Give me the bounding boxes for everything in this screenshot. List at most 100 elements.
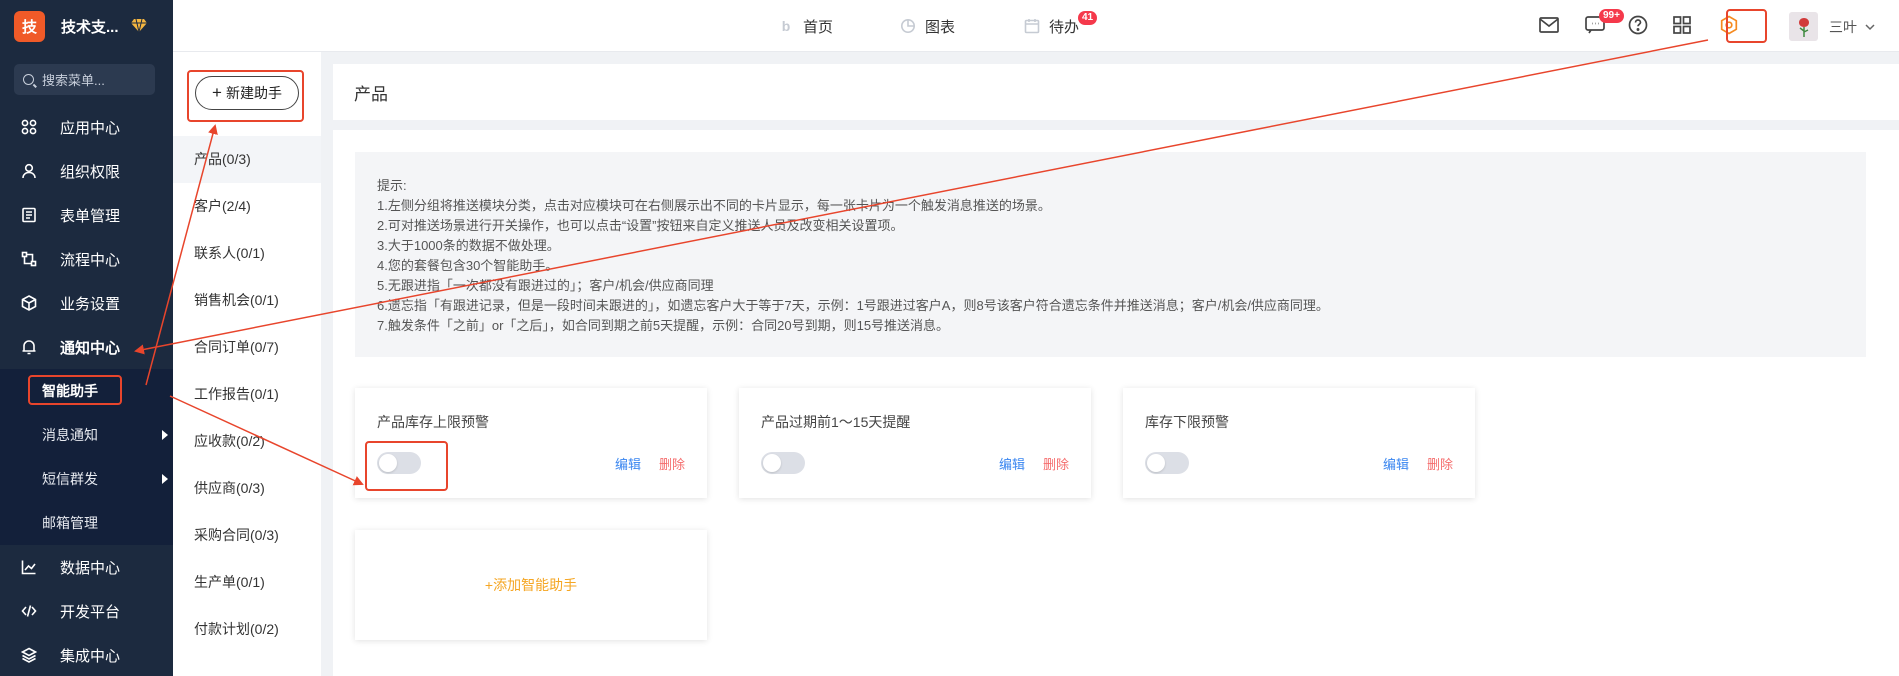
card-delete-link[interactable]: 删除 [1043, 454, 1069, 473]
submenu-item-label: 短信群发 [42, 471, 98, 487]
brand[interactable]: 技 技术支... [0, 0, 173, 52]
card-title: 库存下限预警 [1145, 414, 1229, 430]
help-icon[interactable] [1627, 14, 1649, 36]
group-item-payment-plan[interactable]: 付款计划(0/2) [173, 606, 321, 653]
sidebar-item-app-center[interactable]: 应用中心 [0, 105, 173, 149]
tip-line: 2.可对推送场景进行开关操作，也可以点击“设置”按钮来自定义推送人员及改变相关设… [377, 218, 904, 233]
search-icon [23, 74, 34, 85]
group-item-supplier[interactable]: 供应商(0/3) [173, 465, 321, 512]
group-item-opportunity[interactable]: 销售机会(0/1) [173, 277, 321, 324]
bell-icon [20, 338, 38, 356]
assistant-card: 库存下限预警 编辑 删除 [1123, 388, 1475, 498]
main-content: 提示: 1.左侧分组将推送模块分类，点击对应模块可在右侧展示出不同的卡片显示，每… [333, 130, 1899, 676]
assistant-card: 产品库存上限预警 编辑 删除 [355, 388, 707, 498]
tip-line: 3.大于1000条的数据不做处理。 [377, 238, 560, 253]
diamond-icon [130, 18, 147, 35]
top-nav-todo[interactable]: 待办 [1024, 0, 1079, 52]
sidebar-item-org-permission[interactable]: 组织权限 [0, 149, 173, 193]
card-delete-link[interactable]: 删除 [659, 454, 685, 473]
top-nav-label: 图表 [925, 18, 956, 36]
tip-line: 4.您的套餐包含30个智能助手。 [377, 258, 559, 273]
sidebar-item-label: 业务设置 [60, 295, 121, 313]
toggle-knob [763, 454, 781, 472]
top-nav-label: 首页 [803, 18, 834, 36]
add-assistant-card[interactable]: +添加智能助手 [355, 530, 707, 640]
toggle-knob [1147, 454, 1165, 472]
card-edit-link[interactable]: 编辑 [615, 454, 641, 473]
group-item-product[interactable]: 产品(0/3) [173, 136, 321, 183]
caret-right-icon [162, 430, 168, 440]
sidebar-item-integration-center[interactable]: 集成中心 [0, 633, 173, 676]
submenu-item-mailbox[interactable]: 邮箱管理 [0, 501, 173, 545]
group-item-contract-order[interactable]: 合同订单(0/7) [173, 324, 321, 371]
sidebar-item-business-settings[interactable]: 业务设置 [0, 281, 173, 325]
card-toggle-switch[interactable] [761, 452, 805, 474]
card-toggle-switch[interactable] [1145, 452, 1189, 474]
chart-icon [20, 558, 38, 576]
tip-line: 5.无跟进指「一次都没有跟进过的」；客户/机会/供应商同理 [377, 278, 714, 293]
sidebar-item-notification-center[interactable]: 通知中心 [0, 325, 173, 369]
user-name[interactable]: 三叶 [1829, 17, 1857, 37]
sidebar-item-form-management[interactable]: 表单管理 [0, 193, 173, 237]
submenu-item-message-notify[interactable]: 消息通知 [0, 413, 173, 457]
group-items: 产品(0/3) 客户(2/4) 联系人(0/1) 销售机会(0/1) 合同订单(… [173, 136, 321, 653]
top-nav-label: 待办 [1049, 18, 1080, 36]
layers-icon [20, 646, 38, 664]
assistant-card: 产品过期前1～15天提醒 编辑 删除 [739, 388, 1091, 498]
grid-icon [20, 118, 38, 136]
sidebar: 技 技术支... 搜索菜单... 应用中心 组织权限 表单管理 流程中心 业务设… [0, 0, 173, 676]
menu-search-placeholder: 搜索菜单... [42, 73, 105, 88]
group-item-customer[interactable]: 客户(2/4) [173, 183, 321, 230]
submenu-item-label: 智能助手 [42, 383, 98, 399]
assistant-group-list: + 新建助手 产品(0/3) 客户(2/4) 联系人(0/1) 销售机会(0/1… [173, 52, 321, 676]
mail-icon[interactable] [1538, 14, 1560, 36]
submenu-item-label: 消息通知 [42, 427, 98, 443]
settings-gear-icon[interactable] [1718, 14, 1740, 36]
user-icon [20, 162, 38, 180]
card-toggle-switch[interactable] [377, 452, 421, 474]
group-item-work-report[interactable]: 工作报告(0/1) [173, 371, 321, 418]
sidebar-item-label: 通知中心 [60, 339, 121, 357]
tip-line: 1.左侧分组将推送模块分类，点击对应模块可在右侧展示出不同的卡片显示，每一张卡片… [377, 198, 1051, 213]
sidebar-item-dev-platform[interactable]: 开发平台 [0, 589, 173, 633]
submenu-item-smart-assistant[interactable]: 智能助手 [0, 369, 173, 413]
submenu-item-sms-broadcast[interactable]: 短信群发 [0, 457, 173, 501]
sidebar-item-label: 开发平台 [60, 603, 121, 621]
sidebar-item-label: 应用中心 [60, 119, 121, 137]
brand-logo: 技 [14, 10, 45, 42]
caret-right-icon [162, 474, 168, 484]
card-title: 产品库存上限预警 [377, 414, 489, 430]
sidebar-item-label: 组织权限 [60, 163, 121, 181]
tip-line: 6.遗忘指「有跟进记录，但是一段时间未跟进的」，如遗忘客户大于等于7天，示例：1… [377, 298, 1329, 313]
top-nav-charts[interactable]: 图表 [900, 0, 955, 52]
sidebar-item-label: 流程中心 [60, 251, 121, 269]
form-icon [20, 206, 38, 224]
plus-icon: + [212, 83, 222, 102]
calendar-icon [1024, 18, 1040, 34]
card-edit-link[interactable]: 编辑 [999, 454, 1025, 473]
group-item-purchase-contract[interactable]: 采购合同(0/3) [173, 512, 321, 559]
todo-count-badge: 41 [1078, 11, 1098, 25]
code-icon [20, 602, 38, 620]
tip-line: 7.触发条件「之前」or「之后」，如合同到期之前5天提醒，示例：合同20号到期，… [377, 318, 950, 333]
avatar[interactable] [1789, 12, 1818, 41]
box-icon [20, 294, 38, 312]
card-edit-link[interactable]: 编辑 [1383, 454, 1409, 473]
new-assistant-button[interactable]: + 新建助手 [195, 76, 299, 110]
card-delete-link[interactable]: 删除 [1427, 454, 1453, 473]
top-nav-home[interactable]: b 首页 [778, 0, 833, 52]
notification-submenu: 智能助手 消息通知 短信群发 邮箱管理 [0, 369, 173, 545]
apps-grid-icon[interactable] [1671, 14, 1693, 36]
group-item-contact[interactable]: 联系人(0/1) [173, 230, 321, 277]
menu-search-input[interactable]: 搜索菜单... [14, 64, 155, 95]
home-icon: b [781, 18, 791, 34]
message-count-badge: 99+ [1599, 9, 1624, 23]
chevron-down-icon[interactable] [1865, 19, 1875, 35]
sidebar-item-data-center[interactable]: 数据中心 [0, 545, 173, 589]
group-item-production-order[interactable]: 生产单(0/1) [173, 559, 321, 606]
group-item-receivable[interactable]: 应收款(0/2) [173, 418, 321, 465]
tips-panel: 提示: 1.左侧分组将推送模块分类，点击对应模块可在右侧展示出不同的卡片显示，每… [355, 152, 1866, 357]
top-bar: b 首页 图表 待办 41 99+ 三叶 [173, 0, 1899, 52]
sidebar-item-label: 表单管理 [60, 207, 121, 225]
sidebar-item-flow-center[interactable]: 流程中心 [0, 237, 173, 281]
